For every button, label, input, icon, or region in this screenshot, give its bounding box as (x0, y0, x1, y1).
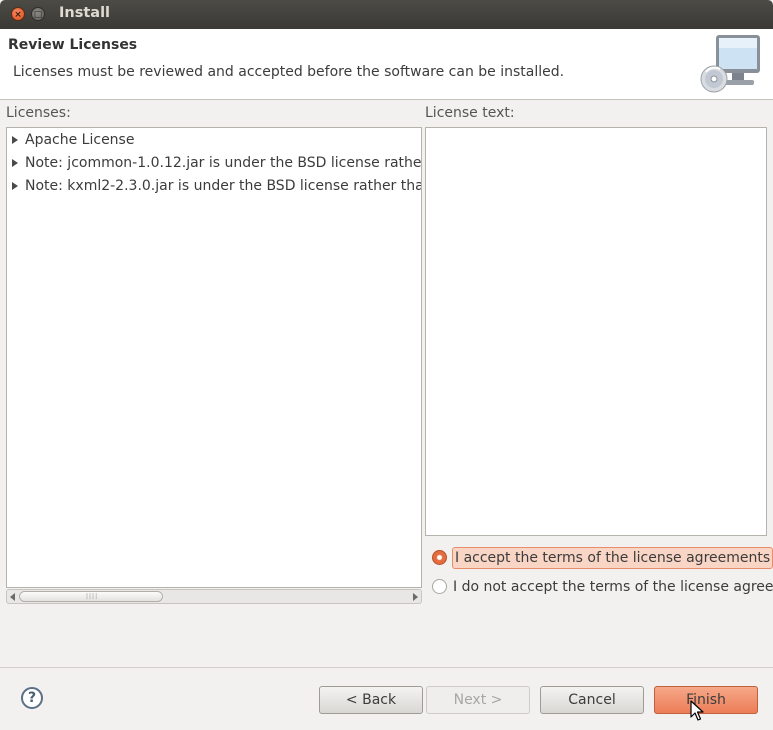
license-text-label: License text: (425, 105, 515, 121)
window-titlebar[interactable]: × □ Install (0, 0, 773, 29)
scroll-left-icon[interactable] (10, 593, 15, 601)
close-icon[interactable]: × (11, 7, 25, 21)
finish-button[interactable]: Finish (654, 686, 758, 714)
window-title: Install (59, 5, 111, 21)
scrollbar-thumb[interactable]: |||| (19, 591, 163, 602)
expand-arrow-icon[interactable] (12, 136, 18, 144)
decline-radio[interactable] (432, 579, 447, 594)
next-button[interactable]: Next > (426, 686, 530, 714)
licenses-label: Licenses: (6, 105, 71, 121)
wizard-banner: Review Licenses Licenses must be reviewe… (0, 29, 773, 100)
licenses-horizontal-scrollbar[interactable]: |||| (6, 589, 422, 604)
page-description: Licenses must be reviewed and accepted b… (13, 64, 565, 80)
grip-icon: |||| (86, 593, 99, 600)
tree-item-label: Note: jcommon-1.0.12.jar is under the BS… (25, 155, 422, 171)
decline-radio-label[interactable]: I do not accept the terms of the license… (453, 577, 773, 597)
cancel-button[interactable]: Cancel (540, 686, 644, 714)
tree-item-label: Apache License (25, 132, 135, 148)
scroll-right-icon[interactable] (413, 593, 418, 601)
decline-radio-option[interactable]: I do not accept the terms of the license… (432, 577, 773, 597)
accept-radio[interactable] (432, 550, 447, 565)
expand-arrow-icon[interactable] (12, 159, 18, 167)
accept-radio-label[interactable]: I accept the terms of the license agreem… (452, 547, 773, 569)
install-computer-cd-icon (700, 35, 760, 93)
tree-item-label: Note: kxml2-2.3.0.jar is under the BSD l… (25, 178, 422, 194)
back-button[interactable]: < Back (319, 686, 423, 714)
license-text-area[interactable] (425, 127, 767, 536)
help-button[interactable]: ? (21, 687, 43, 709)
licenses-tree[interactable]: Apache License Note: jcommon-1.0.12.jar … (6, 127, 422, 588)
maximize-icon[interactable]: □ (31, 7, 45, 21)
page-title: Review Licenses (8, 37, 138, 53)
mouse-cursor-icon (690, 700, 704, 721)
footer-divider (0, 667, 773, 668)
expand-arrow-icon[interactable] (12, 182, 18, 190)
